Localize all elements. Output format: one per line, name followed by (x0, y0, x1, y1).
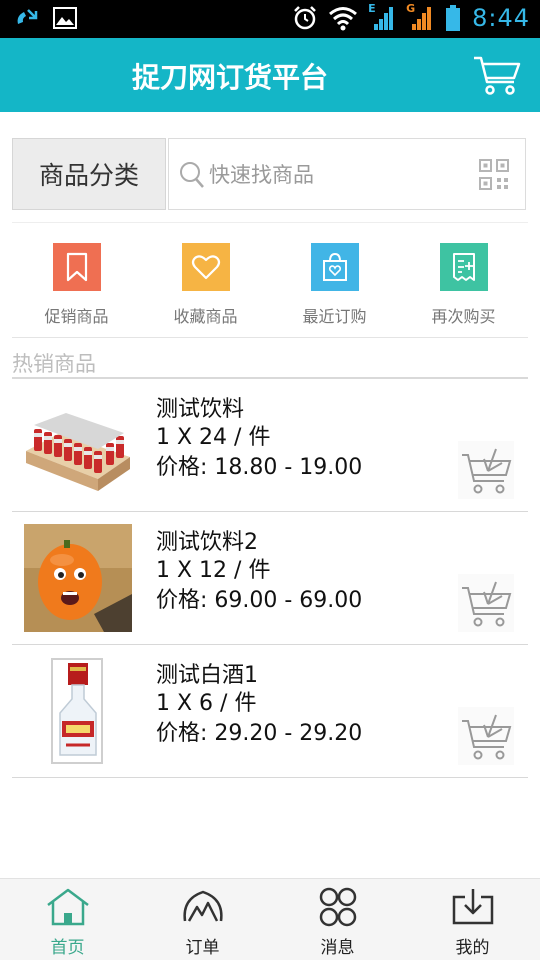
battery-icon (446, 5, 461, 31)
shopping-bag-icon (310, 243, 359, 291)
product-row[interactable]: 测试饮料 1 X 24 / 件 价格: 18.80 - 19.00 (12, 379, 528, 512)
product-price: 价格: 69.00 - 69.00 (156, 588, 363, 613)
quick-link-label: 促销商品 (44, 307, 109, 326)
tab-orders[interactable]: 订单 (135, 879, 270, 960)
quick-link-favorites[interactable]: 收藏商品 (141, 223, 270, 337)
add-to-cart-icon[interactable] (458, 441, 514, 499)
signal-strength-icon-2 (412, 7, 432, 30)
quick-link-buy-again[interactable]: 再次购买 (399, 223, 528, 337)
quick-link-promotions[interactable]: 促销商品 (12, 223, 141, 337)
wifi-icon (329, 7, 358, 31)
download-tray-icon (452, 889, 493, 925)
product-image-drink-case (24, 391, 132, 499)
product-spec: 1 X 24 / 件 (156, 425, 271, 450)
quick-link-label: 收藏商品 (173, 307, 238, 326)
product-spec: 1 X 6 / 件 (156, 691, 257, 716)
missed-call-icon (17, 9, 38, 24)
status-bar: E G 8:44 (0, 0, 540, 38)
add-to-cart-icon[interactable] (458, 574, 514, 632)
search-row: 商品分类 (12, 138, 526, 210)
add-to-cart-icon[interactable] (458, 707, 514, 765)
product-list: 测试饮料 1 X 24 / 件 价格: 18.80 - 19.00 测试饮料2 … (12, 379, 528, 778)
heart-icon (181, 243, 230, 291)
qr-code-icon[interactable] (479, 159, 509, 191)
product-image-orange (24, 524, 132, 632)
messages-icon (319, 887, 356, 927)
signal-strength-icon (374, 7, 394, 30)
search-box[interactable] (168, 138, 526, 210)
search-icon (180, 162, 204, 188)
product-row[interactable]: 测试白酒1 1 X 6 / 件 价格: 29.20 - 29.20 (12, 645, 528, 778)
signal-2: G (406, 2, 434, 32)
quick-link-label: 最近订购 (302, 307, 367, 326)
clock: 8:44 (472, 4, 530, 32)
bookmark-icon (52, 243, 101, 291)
tab-profile[interactable]: 我的 (405, 879, 540, 960)
product-row[interactable]: 测试饮料2 1 X 12 / 件 价格: 69.00 - 69.00 (12, 512, 528, 645)
product-price: 价格: 18.80 - 19.00 (156, 455, 363, 480)
tab-label: 订单 (185, 938, 220, 958)
product-price: 价格: 29.20 - 29.20 (156, 721, 363, 746)
tab-messages[interactable]: 消息 (270, 879, 405, 960)
bottom-tab-bar: 首页 订单 消息 我的 (0, 878, 540, 960)
quick-link-label: 再次购买 (431, 307, 496, 326)
category-button[interactable]: 商品分类 (12, 138, 166, 210)
tab-label: 消息 (320, 938, 355, 958)
section-title: 热销商品 (12, 352, 96, 376)
shopping-cart-icon[interactable] (472, 54, 522, 96)
product-spec: 1 X 12 / 件 (156, 558, 271, 583)
home-icon (46, 888, 89, 926)
receipt-icon (439, 243, 488, 291)
tab-label: 我的 (455, 938, 490, 958)
signal-1: E (368, 2, 396, 32)
gallery-icon (53, 7, 77, 29)
app-bar: 捉刀网订货平台 (0, 38, 540, 112)
alarm-icon (294, 6, 316, 30)
orders-icon (182, 890, 223, 922)
quick-link-recent[interactable]: 最近订购 (270, 223, 399, 337)
search-input[interactable] (209, 155, 469, 195)
tab-label: 首页 (50, 938, 85, 958)
tab-home[interactable]: 首页 (0, 879, 135, 960)
page-title: 捉刀网订货平台 (131, 61, 328, 94)
product-image-liquor-bottle (24, 657, 132, 765)
quick-links: 促销商品 收藏商品 最近订购 再次购买 (12, 222, 528, 338)
